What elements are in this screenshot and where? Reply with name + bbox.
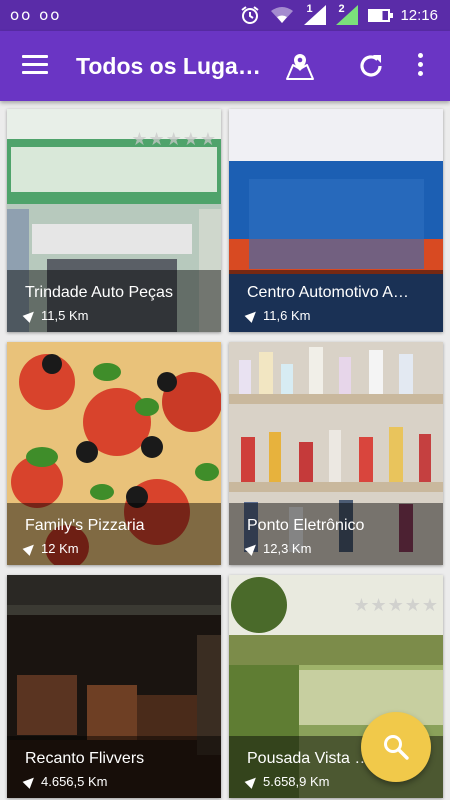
navigation-icon xyxy=(244,541,260,556)
search-icon xyxy=(384,735,409,760)
place-name: Family's Pizzaria xyxy=(25,517,145,534)
place-distance: 12,3 Km xyxy=(244,541,311,556)
voicemail-icons: oo oo xyxy=(10,6,62,24)
refresh-icon[interactable] xyxy=(356,51,386,81)
rating-stars: ★★★★★ xyxy=(353,595,439,616)
place-name: Centro Automotivo A… xyxy=(247,284,409,301)
navigation-icon xyxy=(22,308,38,323)
signal-sim1-icon: 1 xyxy=(304,3,327,25)
map-icon[interactable] xyxy=(284,51,316,83)
signal-sim2-icon: 2 xyxy=(336,3,359,25)
navigation-icon xyxy=(22,774,38,789)
place-card[interactable]: Recanto Flivvers 4.656,5 Km xyxy=(7,575,221,798)
navigation-icon xyxy=(244,308,260,323)
status-icons: 1 2 12:16 xyxy=(240,3,438,25)
place-distance: 5.658,9 Km xyxy=(244,774,330,789)
place-card[interactable]: Ponto Eletrônico 12,3 Km xyxy=(229,342,443,565)
place-distance: 4.656,5 Km xyxy=(22,774,108,789)
place-name: Recanto Flivvers xyxy=(25,750,145,767)
place-card[interactable]: ★★★★★ Trindade Auto Peças 11,5 Km xyxy=(7,109,221,332)
wifi-icon xyxy=(271,7,294,23)
page-title: Todos os Luga… xyxy=(76,53,261,79)
place-name: Trindade Auto Peças xyxy=(25,284,173,301)
navigation-icon xyxy=(244,774,260,789)
place-name: Ponto Eletrônico xyxy=(247,517,365,534)
place-card[interactable]: Centro Automotivo A… 11,6 Km xyxy=(229,109,443,332)
alarm-icon xyxy=(241,6,260,24)
menu-icon[interactable] xyxy=(22,55,48,75)
rating-stars: ★★★★★ xyxy=(131,129,217,150)
clock: 12:16 xyxy=(400,6,438,24)
place-distance: 12 Km xyxy=(22,541,79,556)
battery-icon xyxy=(368,8,394,22)
place-card[interactable]: Family's Pizzaria 12 Km xyxy=(7,342,221,565)
status-bar: oo oo 1 2 12:16 xyxy=(0,0,450,31)
place-distance: 11,5 Km xyxy=(22,308,88,323)
place-distance: 11,6 Km xyxy=(244,308,310,323)
more-vert-icon[interactable] xyxy=(412,53,428,79)
search-fab-button[interactable] xyxy=(361,712,431,782)
app-bar: Todos os Luga… xyxy=(0,31,450,101)
navigation-icon xyxy=(22,541,38,556)
